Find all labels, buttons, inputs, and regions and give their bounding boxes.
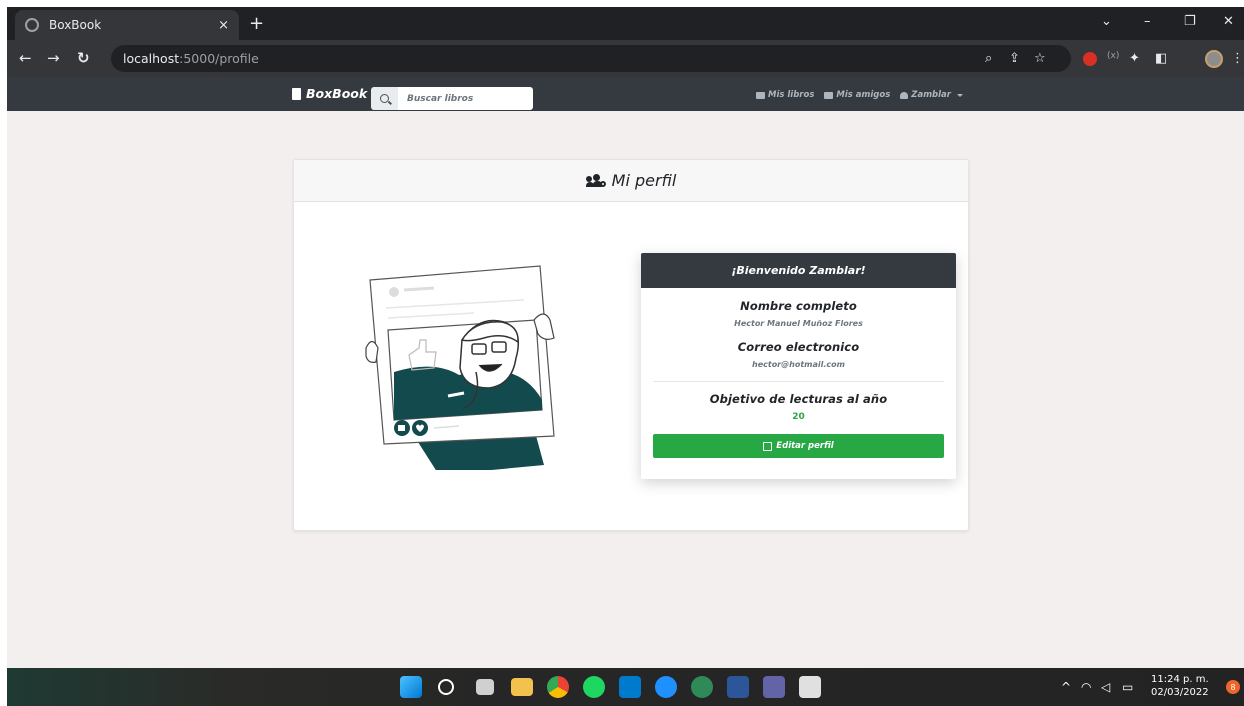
nav-user-dropdown[interactable]: Zamblar: [900, 90, 963, 100]
nav-user-label: Zamblar: [911, 90, 951, 100]
edit-profile-button[interactable]: Editar perfil: [653, 434, 944, 458]
minimize-icon[interactable]: –: [1144, 14, 1151, 29]
user-info-panel: ¡Bienvenido Zamblar! Nombre completo Hec…: [641, 253, 956, 479]
vscode-icon[interactable]: [619, 676, 641, 698]
nav-my-friends-label: Mis amigos: [836, 90, 891, 100]
tab-title: BoxBook: [49, 18, 102, 32]
start-icon[interactable]: [400, 676, 422, 698]
share-icon[interactable]: ⇪: [1009, 51, 1020, 66]
word-icon[interactable]: [727, 676, 749, 698]
divider: [653, 381, 944, 382]
bookmark-star-icon[interactable]: ☆: [1034, 51, 1046, 66]
spotify-icon[interactable]: [583, 676, 605, 698]
email-value: hector@hotmail.com: [752, 360, 845, 369]
book-open-icon: [756, 91, 765, 99]
search-icon: [380, 94, 389, 103]
url-path: :5000/profile: [179, 51, 259, 66]
windows-taskbar: ^ ◠ ◁ ▭ 11:24 p. m. 02/03/2022 8: [7, 668, 1244, 706]
search-input[interactable]: [398, 87, 533, 110]
profile-avatar[interactable]: [1205, 50, 1223, 68]
profile-illustration: [365, 265, 555, 470]
nav-my-books[interactable]: Mis libros: [756, 90, 814, 100]
reading-goal-label: Objetivo de lecturas al año: [709, 392, 888, 406]
page-title: Mi perfil: [611, 171, 677, 190]
address-toolbar: ← → ↻ i localhost:5000/profile ⌕ ⇪ ☆ (x)…: [7, 40, 1244, 151]
clock-time: 11:24 p. m.: [1151, 674, 1209, 685]
hs-app-icon[interactable]: [691, 676, 713, 698]
tab-search-icon[interactable]: ⌄: [1101, 14, 1112, 29]
app-icon[interactable]: [655, 676, 677, 698]
extension-icon[interactable]: [1083, 52, 1097, 66]
menu-kebab-icon[interactable]: ⋮: [1231, 51, 1244, 66]
clock-date: 02/03/2022: [1151, 687, 1209, 698]
profile-card: Mi perfil ¡Bienvenido Zamblar! Nombre co…: [293, 159, 969, 531]
wifi-icon[interactable]: ◠: [1081, 680, 1091, 694]
page-content: Mi perfil ¡Bienvenido Zamblar! Nombre co…: [7, 111, 1244, 668]
search-taskbar-icon[interactable]: [438, 679, 454, 695]
caret-down-icon: [956, 93, 963, 97]
brand-name: BoxBook: [306, 86, 368, 101]
back-icon[interactable]: ←: [19, 49, 32, 67]
reading-goal-value: 20: [792, 412, 805, 422]
snipping-tool-icon[interactable]: [799, 676, 821, 698]
nav-my-friends[interactable]: Mis amigos: [824, 90, 890, 100]
battery-icon[interactable]: ▭: [1122, 680, 1133, 694]
task-view-icon[interactable]: [476, 679, 494, 695]
reload-icon[interactable]: ↻: [77, 49, 90, 67]
close-tab-icon[interactable]: ×: [218, 18, 229, 33]
address-bar[interactable]: i localhost:5000/profile: [111, 45, 1071, 151]
extensions-puzzle-icon[interactable]: ✦: [1129, 51, 1140, 66]
full-name-label: Nombre completo: [740, 299, 857, 313]
book-icon: [292, 87, 301, 100]
edit-profile-label: Editar perfil: [776, 441, 834, 451]
card-header: Mi perfil: [294, 160, 968, 202]
side-panel-icon[interactable]: ◧: [1155, 51, 1167, 66]
full-name-value: Hector Manuel Muñoz Flores: [734, 319, 863, 328]
nav-links: Mis libros Mis amigos Zamblar: [756, 90, 963, 100]
welcome-header: ¡Bienvenido Zamblar!: [641, 253, 956, 288]
close-window-icon[interactable]: ✕: [1223, 14, 1234, 29]
user-friends-icon: [824, 91, 834, 99]
restore-icon[interactable]: ❐: [1184, 14, 1196, 29]
volume-icon[interactable]: ◁: [1101, 680, 1110, 694]
tab-strip: BoxBook × + ⌄ – ❐ ✕: [7, 7, 1244, 40]
search-button[interactable]: [371, 87, 398, 110]
teams-icon[interactable]: [763, 676, 785, 698]
url-host: localhost: [123, 51, 180, 66]
browser-window: BoxBook × + ⌄ – ❐ ✕ ← → ↻ i localhost:50…: [7, 7, 1244, 706]
forward-icon[interactable]: →: [47, 49, 60, 67]
user-info-body: Nombre completo Hector Manuel Muñoz Flor…: [641, 288, 956, 458]
new-tab-button[interactable]: +: [249, 15, 264, 33]
site-navbar: BoxBook Mis libros Mis amigos Zamblar: [7, 77, 1244, 111]
nav-my-books-label: Mis libros: [768, 90, 815, 100]
notification-badge[interactable]: 8: [1226, 680, 1240, 694]
edit-icon: [763, 441, 773, 451]
email-label: Correo electronico: [737, 340, 860, 354]
tray-overflow-icon[interactable]: ^: [1061, 680, 1071, 694]
globe-icon: [25, 18, 39, 32]
file-explorer-icon[interactable]: [511, 678, 533, 696]
user-icon: [900, 91, 909, 99]
system-clock[interactable]: 11:24 p. m. 02/03/2022: [1151, 673, 1209, 699]
extension-icon[interactable]: (x): [1107, 51, 1119, 61]
chrome-icon[interactable]: [547, 676, 569, 698]
users-cog-icon: [585, 173, 606, 188]
browser-tab[interactable]: BoxBook ×: [15, 10, 239, 40]
zoom-icon[interactable]: ⌕: [985, 51, 992, 66]
brand-link[interactable]: BoxBook: [292, 86, 367, 101]
